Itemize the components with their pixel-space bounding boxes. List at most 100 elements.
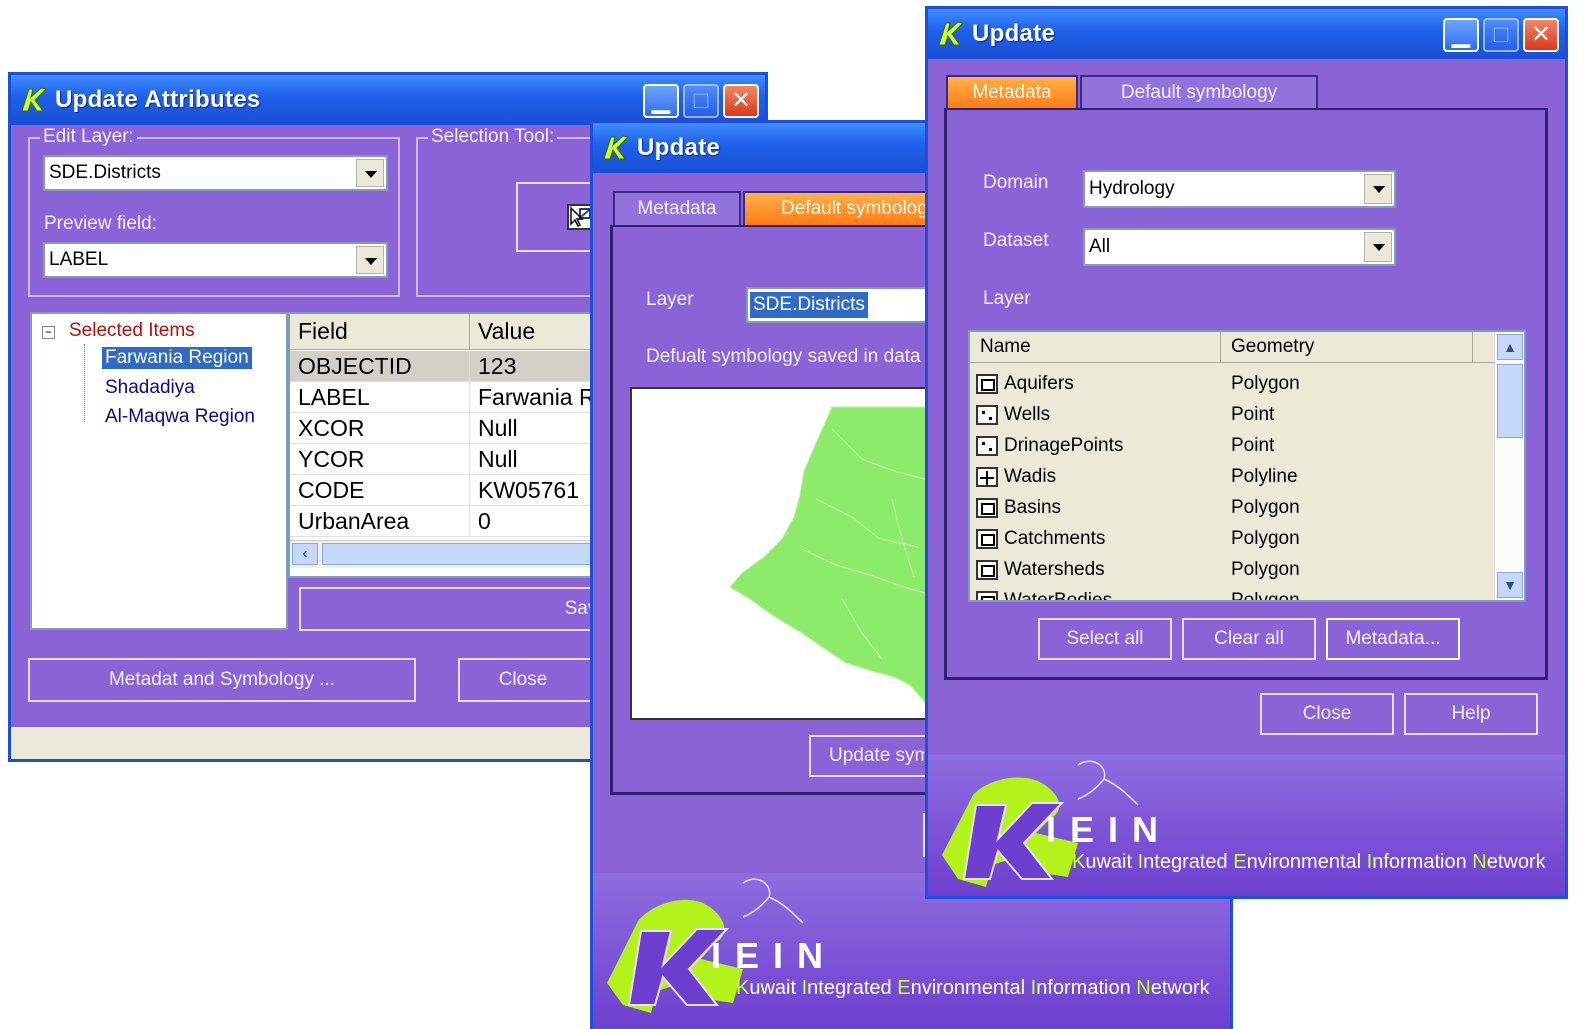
chevron-down-icon[interactable] [1364,174,1392,204]
chevron-down-icon[interactable] [356,246,384,274]
layer-name-cell: Wadis [970,461,1231,492]
edit-layer-value: SDE.Districts [49,162,161,183]
list-item[interactable]: DrinagePoints Point [970,430,1431,461]
kiein-app-icon [936,19,966,49]
kiein-app-icon [19,85,49,115]
chevron-down-icon[interactable] [1364,232,1392,262]
list-item[interactable]: Wadis Polyline [970,461,1431,492]
preview-field-select[interactable]: LABEL [43,242,388,278]
layer-name: Basins [1004,496,1062,518]
help-button[interactable]: Help [1404,693,1538,735]
tab-metadata[interactable]: Metadata [613,191,741,225]
close-window-button[interactable]: ✕ [723,84,759,118]
grid-row[interactable]: CODE KW05761 [290,475,606,506]
update-front-titlebar[interactable]: Update ▁ □ ✕ [928,9,1565,59]
close-button[interactable]: Close [1260,693,1394,735]
tree-item-farwania-region[interactable]: Farwania Region [102,347,252,369]
tab-default-symbology[interactable]: Default symbolog [743,191,943,225]
close-button[interactable]: Close [458,658,608,702]
list-item[interactable]: Basins Polygon [970,492,1431,523]
grid-row[interactable]: XCOR Null [290,413,606,444]
scroll-thumb[interactable] [322,543,606,565]
value-cell[interactable]: 123 [470,351,606,381]
tab-default-symbology-label: Default symbolog [781,198,928,219]
tree-item-shadadiya[interactable]: Shadadiya [105,377,195,399]
scroll-down-button[interactable]: ▼ [1497,572,1523,598]
field-cell: XCOR [290,413,470,443]
grid-row[interactable]: LABEL Farwania R [290,382,606,413]
grid-header: Field Value [290,314,606,350]
scroll-up-button[interactable]: ▲ [1497,334,1523,360]
metadata-symbology-button[interactable]: Metadat and Symbology ... [28,658,416,702]
grid-row[interactable]: OBJECTID 123 [290,351,606,382]
value-cell[interactable]: Farwania R [470,382,606,412]
column-header-value[interactable]: Value [470,314,606,349]
maximize-button[interactable]: □ [683,84,719,118]
polyline-icon [976,466,998,487]
clear-all-label: Clear all [1214,628,1284,649]
layer-name: Watersheds [1004,558,1105,580]
list-item[interactable]: Wells Point [970,399,1431,430]
metadata-button[interactable]: Metadata... [1326,618,1460,660]
minimize-button[interactable]: ▁ [643,84,679,118]
maximize-button[interactable]: □ [1483,18,1519,52]
grid-row[interactable]: YCOR Null [290,444,606,475]
scroll-thumb[interactable] [1497,364,1523,438]
dataset-select[interactable]: All [1083,228,1396,266]
layer-name: WaterBodies [1004,589,1113,602]
selected-items-tree[interactable]: − Selected Items Farwania Region Shadadi… [30,312,288,630]
close-label: Close [1302,703,1352,724]
layer-geometry: Polygon [1231,558,1300,580]
tab-metadata[interactable]: Metadata [946,75,1078,109]
value-cell[interactable]: KW05761 [470,475,606,505]
tab-default-symbology[interactable]: Default symbology [1080,75,1318,109]
domain-select[interactable]: Hydrology [1083,170,1396,208]
polygon-icon [976,528,998,549]
tree-item-al-maqwa-region[interactable]: Al-Maqwa Region [105,406,255,428]
minimize-icon: ▁ [651,87,671,114]
layer-field[interactable]: SDE.Districts [746,287,946,323]
tagline-part: K [1072,851,1086,873]
list-item[interactable]: Catchments Polygon [970,523,1431,554]
layer-geometry: Polygon [1231,496,1300,518]
select-all-button[interactable]: Select all [1038,618,1172,660]
chevron-down-icon[interactable] [356,159,384,187]
vertical-scrollbar[interactable]: ▲ ▼ [1494,332,1524,600]
tree-connector [84,344,85,422]
scroll-left-button[interactable]: ‹ [292,543,318,565]
polygon-icon [976,590,998,600]
tagline-part: ntegrated [1143,851,1234,873]
value-cell[interactable]: 0 [470,506,606,536]
horizontal-scrollbar[interactable]: ‹ [290,540,606,568]
edit-layer-select[interactable]: SDE.Districts [43,155,388,191]
layer-name-cell: DrinagePoints [970,430,1231,461]
grid-row[interactable]: UrbanArea 0 [290,506,606,537]
column-header-name[interactable]: Name [970,332,1221,362]
layer-geometry: Point [1231,434,1275,456]
value-cell[interactable]: Null [470,413,606,443]
column-header-geometry[interactable]: Geometry [1221,332,1473,362]
list-item[interactable]: Watersheds Polygon [970,554,1431,585]
tagline-part: uwait [749,977,802,999]
list-item[interactable]: Aquifers Polygon [970,368,1431,399]
tagline-part: N [1136,977,1151,999]
window-title: Update Attributes [55,86,261,113]
clear-all-button[interactable]: Clear all [1182,618,1316,660]
tree-collapse-icon[interactable]: − [42,326,55,339]
value-cell[interactable]: Null [470,444,606,474]
tagline-part: nformation [1372,851,1473,873]
dataset-label: Dataset [983,230,1049,251]
minimize-button[interactable]: ▁ [1443,18,1479,52]
update-attributes-titlebar[interactable]: Update Attributes ▁ □ ✕ [11,75,765,125]
column-header-field[interactable]: Field [290,314,470,349]
layer-list[interactable]: Name Geometry Aquifers Polygon Wells Poi… [968,330,1526,602]
tree-root-selected-items[interactable]: Selected Items [69,320,195,342]
tagline-part: nvironmental [1246,851,1367,873]
close-window-button[interactable]: ✕ [1523,18,1559,52]
update-window-front: Update ▁ □ ✕ Metadata Default symbology … [925,6,1568,899]
kiein-tagline: Kuwait Integrated Environmental Informat… [1072,851,1546,874]
attribute-grid[interactable]: Field Value OBJECTID 123 LABEL Farwania … [288,312,608,578]
list-item[interactable]: WaterBodies Polygon [970,585,1431,602]
layer-value: SDE.Districts [750,292,868,318]
kiein-brand-name: IEIN [711,935,838,976]
